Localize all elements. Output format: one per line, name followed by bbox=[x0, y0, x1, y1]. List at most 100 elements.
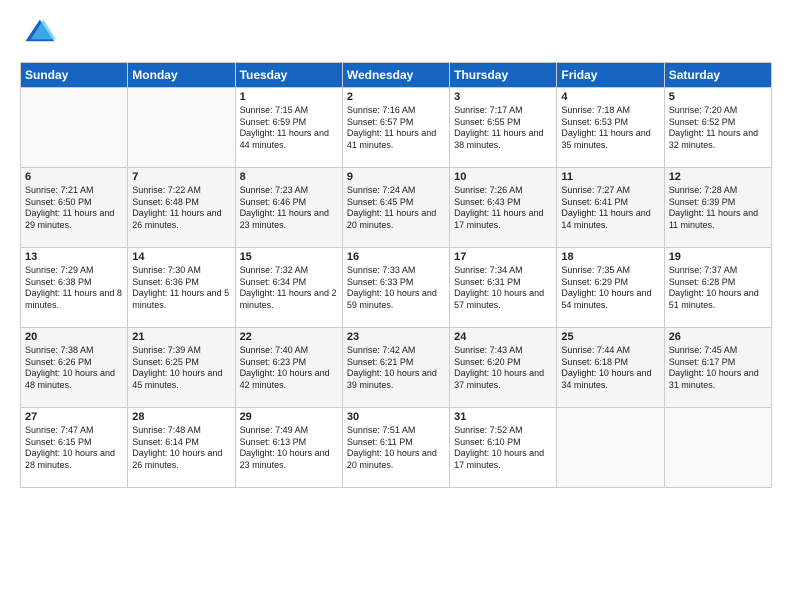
calendar-cell: 16Sunrise: 7:33 AM Sunset: 6:33 PM Dayli… bbox=[342, 248, 449, 328]
day-number: 12 bbox=[669, 171, 767, 183]
week-row-2: 6Sunrise: 7:21 AM Sunset: 6:50 PM Daylig… bbox=[21, 168, 772, 248]
day-number: 21 bbox=[132, 331, 230, 343]
day-number: 15 bbox=[240, 251, 338, 263]
day-number: 13 bbox=[25, 251, 123, 263]
calendar-cell: 21 Sunrise: 7:39 AM Sunset: 6:25 PM Dayli… bbox=[128, 328, 235, 408]
day-info: Sunrise: 7:26 AM Sunset: 6:43 PM Dayligh… bbox=[454, 185, 543, 230]
day-number: 11 bbox=[561, 171, 659, 183]
week-row-3: 13 Sunrise: 7:29 AM Sunset: 6:38 PM Dayli… bbox=[21, 248, 772, 328]
calendar-cell bbox=[664, 408, 771, 488]
day-info: Sunrise: 7:51 AM Sunset: 6:11 PM Dayligh… bbox=[347, 425, 437, 470]
day-number: 27 bbox=[25, 411, 123, 423]
day-number: 29 bbox=[240, 411, 338, 423]
calendar-cell: 22 Sunrise: 7:40 AM Sunset: 6:23 PM Dayli… bbox=[235, 328, 342, 408]
calendar-cell: 23 Sunrise: 7:42 AM Sunset: 6:21 PM Dayli… bbox=[342, 328, 449, 408]
calendar-cell: 15 Sunrise: 7:32 AM Sunset: 6:34 PM Dayli… bbox=[235, 248, 342, 328]
calendar-cell: 10 Sunrise: 7:26 AM Sunset: 6:43 PM Dayli… bbox=[450, 168, 557, 248]
day-number: 17 bbox=[454, 251, 552, 263]
day-info: Sunrise: 7:44 AM Sunset: 6:18 PM Dayligh… bbox=[561, 345, 651, 390]
calendar-cell: 18 Sunrise: 7:35 AM Sunset: 6:29 PM Dayli… bbox=[557, 248, 664, 328]
day-number: 5 bbox=[669, 91, 767, 103]
logo bbox=[20, 16, 60, 52]
day-info: Sunrise: 7:34 AM Sunset: 6:31 PM Dayligh… bbox=[454, 265, 544, 310]
day-number: 3 bbox=[454, 91, 552, 103]
page: SundayMondayTuesdayWednesdayThursdayFrid… bbox=[0, 0, 792, 498]
day-info: Sunrise: 7:35 AM Sunset: 6:29 PM Dayligh… bbox=[561, 265, 651, 310]
calendar-cell: 5 Sunrise: 7:20 AM Sunset: 6:52 PM Daylig… bbox=[664, 88, 771, 168]
day-number: 8 bbox=[240, 171, 338, 183]
day-info: Sunrise: 7:49 AM Sunset: 6:13 PM Dayligh… bbox=[240, 425, 330, 470]
day-number: 24 bbox=[454, 331, 552, 343]
day-info: Sunrise: 7:43 AM Sunset: 6:20 PM Dayligh… bbox=[454, 345, 544, 390]
calendar-cell: 25 Sunrise: 7:44 AM Sunset: 6:18 PM Dayli… bbox=[557, 328, 664, 408]
calendar-cell bbox=[21, 88, 128, 168]
day-info: Sunrise: 7:20 AM Sunset: 6:52 PM Dayligh… bbox=[669, 105, 758, 150]
col-header-friday: Friday bbox=[557, 63, 664, 88]
col-header-sunday: Sunday bbox=[21, 63, 128, 88]
calendar-cell: 9 Sunrise: 7:24 AM Sunset: 6:45 PM Daylig… bbox=[342, 168, 449, 248]
day-info: Sunrise: 7:29 AM Sunset: 6:38 PM Dayligh… bbox=[25, 265, 122, 310]
day-info: Sunrise: 7:38 AM Sunset: 6:26 PM Dayligh… bbox=[25, 345, 115, 390]
col-header-saturday: Saturday bbox=[664, 63, 771, 88]
calendar-cell: 12 Sunrise: 7:28 AM Sunset: 6:39 PM Dayli… bbox=[664, 168, 771, 248]
day-number: 26 bbox=[669, 331, 767, 343]
day-number: 22 bbox=[240, 331, 338, 343]
day-info: Sunrise: 7:32 AM Sunset: 6:34 PM Dayligh… bbox=[240, 265, 337, 310]
day-info: Sunrise: 7:27 AM Sunset: 6:41 PM Dayligh… bbox=[561, 185, 650, 230]
calendar-cell: 8 Sunrise: 7:23 AM Sunset: 6:46 PM Daylig… bbox=[235, 168, 342, 248]
calendar-cell: 31Sunrise: 7:52 AM Sunset: 6:10 PM Dayli… bbox=[450, 408, 557, 488]
day-number: 9 bbox=[347, 171, 445, 183]
calendar-table: SundayMondayTuesdayWednesdayThursdayFrid… bbox=[20, 62, 772, 488]
day-number: 18 bbox=[561, 251, 659, 263]
day-number: 19 bbox=[669, 251, 767, 263]
day-number: 20 bbox=[25, 331, 123, 343]
logo-icon bbox=[20, 16, 56, 52]
day-info: Sunrise: 7:18 AM Sunset: 6:53 PM Dayligh… bbox=[561, 105, 650, 150]
day-number: 4 bbox=[561, 91, 659, 103]
calendar-cell: 19Sunrise: 7:37 AM Sunset: 6:28 PM Dayli… bbox=[664, 248, 771, 328]
calendar-cell: 24 Sunrise: 7:43 AM Sunset: 6:20 PM Dayli… bbox=[450, 328, 557, 408]
calendar-cell: 30 Sunrise: 7:51 AM Sunset: 6:11 PM Dayli… bbox=[342, 408, 449, 488]
day-info: Sunrise: 7:42 AM Sunset: 6:21 PM Dayligh… bbox=[347, 345, 437, 390]
header bbox=[20, 16, 772, 52]
week-row-5: 27Sunrise: 7:47 AM Sunset: 6:15 PM Dayli… bbox=[21, 408, 772, 488]
day-number: 1 bbox=[240, 91, 338, 103]
calendar-cell: 13 Sunrise: 7:29 AM Sunset: 6:38 PM Dayli… bbox=[21, 248, 128, 328]
calendar-cell: 3 Sunrise: 7:17 AM Sunset: 6:55 PM Daylig… bbox=[450, 88, 557, 168]
day-info: Sunrise: 7:17 AM Sunset: 6:55 PM Dayligh… bbox=[454, 105, 543, 150]
calendar-cell: 1 Sunrise: 7:15 AM Sunset: 6:59 PM Daylig… bbox=[235, 88, 342, 168]
day-number: 23 bbox=[347, 331, 445, 343]
day-info: Sunrise: 7:28 AM Sunset: 6:39 PM Dayligh… bbox=[669, 185, 758, 230]
day-info: Sunrise: 7:16 AM Sunset: 6:57 PM Dayligh… bbox=[347, 105, 436, 150]
day-info: Sunrise: 7:21 AM Sunset: 6:50 PM Dayligh… bbox=[25, 185, 114, 230]
calendar-cell: 11 Sunrise: 7:27 AM Sunset: 6:41 PM Dayli… bbox=[557, 168, 664, 248]
calendar-cell: 28 Sunrise: 7:48 AM Sunset: 6:14 PM Dayli… bbox=[128, 408, 235, 488]
calendar-cell bbox=[128, 88, 235, 168]
calendar-cell: 29 Sunrise: 7:49 AM Sunset: 6:13 PM Dayli… bbox=[235, 408, 342, 488]
day-info: Sunrise: 7:23 AM Sunset: 6:46 PM Dayligh… bbox=[240, 185, 329, 230]
calendar-cell: 2Sunrise: 7:16 AM Sunset: 6:57 PM Daylig… bbox=[342, 88, 449, 168]
day-number: 7 bbox=[132, 171, 230, 183]
day-number: 14 bbox=[132, 251, 230, 263]
calendar-cell: 26Sunrise: 7:45 AM Sunset: 6:17 PM Dayli… bbox=[664, 328, 771, 408]
col-header-wednesday: Wednesday bbox=[342, 63, 449, 88]
day-info: Sunrise: 7:33 AM Sunset: 6:33 PM Dayligh… bbox=[347, 265, 437, 310]
day-info: Sunrise: 7:24 AM Sunset: 6:45 PM Dayligh… bbox=[347, 185, 436, 230]
day-info: Sunrise: 7:30 AM Sunset: 6:36 PM Dayligh… bbox=[132, 265, 229, 310]
calendar-cell: 6Sunrise: 7:21 AM Sunset: 6:50 PM Daylig… bbox=[21, 168, 128, 248]
calendar-cell bbox=[557, 408, 664, 488]
col-header-thursday: Thursday bbox=[450, 63, 557, 88]
header-row: SundayMondayTuesdayWednesdayThursdayFrid… bbox=[21, 63, 772, 88]
day-number: 28 bbox=[132, 411, 230, 423]
day-info: Sunrise: 7:40 AM Sunset: 6:23 PM Dayligh… bbox=[240, 345, 330, 390]
day-info: Sunrise: 7:48 AM Sunset: 6:14 PM Dayligh… bbox=[132, 425, 222, 470]
day-info: Sunrise: 7:15 AM Sunset: 6:59 PM Dayligh… bbox=[240, 105, 329, 150]
day-number: 30 bbox=[347, 411, 445, 423]
col-header-monday: Monday bbox=[128, 63, 235, 88]
col-header-tuesday: Tuesday bbox=[235, 63, 342, 88]
day-number: 25 bbox=[561, 331, 659, 343]
day-info: Sunrise: 7:22 AM Sunset: 6:48 PM Dayligh… bbox=[132, 185, 221, 230]
day-info: Sunrise: 7:39 AM Sunset: 6:25 PM Dayligh… bbox=[132, 345, 222, 390]
calendar-cell: 27Sunrise: 7:47 AM Sunset: 6:15 PM Dayli… bbox=[21, 408, 128, 488]
day-number: 10 bbox=[454, 171, 552, 183]
